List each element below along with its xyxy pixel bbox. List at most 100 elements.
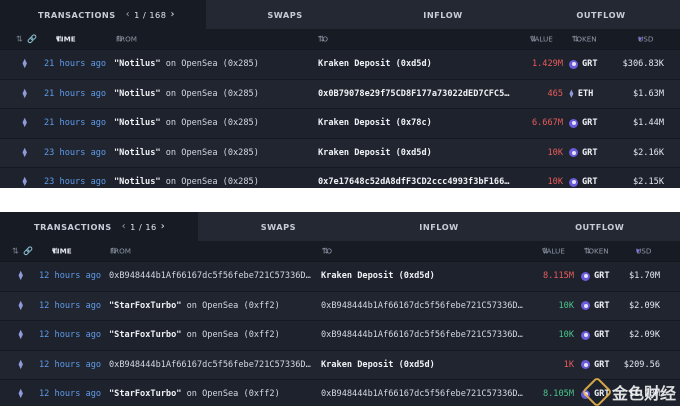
usd-cell: $1.70M	[628, 271, 660, 282]
usd-cell: $2.09K	[628, 300, 660, 311]
time-link[interactable]: 23 hours ago	[44, 177, 106, 187]
from-cell[interactable]: "Notilus" on OpenSea (0x285)	[114, 118, 259, 128]
from-cell[interactable]: "Notilus" on OpenSea (0x285)	[114, 177, 259, 187]
token-cell[interactable]: GRT	[581, 271, 610, 281]
from-cell[interactable]: "StarFoxTurbo" on OpenSea (0xff2)	[109, 301, 280, 311]
to-cell[interactable]: 0xB948444b1Af66167dc5f56febe721C57336D…	[321, 389, 523, 399]
token-symbol: GRT	[582, 177, 598, 188]
token-symbol: ETH	[577, 88, 594, 99]
tab-transactions-label: TRANSACTIONS	[38, 9, 116, 20]
to-cell[interactable]: 0xB948444b1Af66167dc5f56febe721C57336D…	[321, 301, 523, 311]
value-cell: 465	[547, 88, 563, 99]
from-address: on OpenSea (0xff2)	[181, 389, 280, 400]
chevron-right-icon[interactable]: ›	[161, 221, 166, 232]
tab-transactions-label: TRANSACTIONS	[34, 221, 112, 232]
pager-label: 1 / 168	[134, 9, 167, 20]
grt-token-icon	[569, 59, 578, 69]
token-cell[interactable]: GRT	[569, 118, 598, 128]
from-address: on OpenSea (0x285)	[160, 88, 259, 99]
table-row[interactable]: ⧫ 12 hours ago 0xB948444b1Af66167dc5f56feb…	[0, 349, 680, 379]
from-cell[interactable]: "Notilus" on OpenSea (0x285)	[114, 89, 259, 99]
chevron-right-icon[interactable]: ›	[170, 9, 175, 20]
token-cell[interactable]: GRT	[569, 177, 598, 187]
from-cell[interactable]: "Notilus" on OpenSea (0x285)	[114, 148, 259, 158]
to-cell[interactable]: Kraken Deposit (0xd5d)	[321, 271, 435, 281]
from-entity-name: "StarFoxTurbo"	[109, 330, 182, 341]
token-symbol: GRT	[582, 118, 598, 129]
time-link[interactable]: 12 hours ago	[39, 360, 101, 370]
time-link[interactable]: 23 hours ago	[44, 148, 106, 158]
tab-bar: TRANSACTIONS ‹ 1 / 16 › SWAPS INFLOW OUT…	[0, 212, 680, 241]
from-cell[interactable]: "StarFoxTurbo" on OpenSea (0xff2)	[109, 389, 280, 399]
pager: ‹ 1 / 16 ›	[122, 221, 166, 232]
time-link[interactable]: 12 hours ago	[39, 389, 101, 399]
tab-transactions[interactable]: TRANSACTIONS ‹ 1 / 16 ›	[0, 212, 198, 241]
to-cell[interactable]: Kraken Deposit (0xd5d)	[321, 360, 435, 370]
token-cell[interactable]: GRT	[569, 148, 598, 158]
table-row[interactable]: ⧫ 23 hours ago "Notilus" on OpenSea (0x285…	[0, 137, 680, 167]
table-row[interactable]: ⧫ 12 hours ago "StarFoxTurbo" on OpenSea (…	[0, 379, 680, 406]
to-cell[interactable]: 0xB948444b1Af66167dc5f56febe721C57336D…	[321, 330, 523, 340]
usd-cell: $1.44M	[632, 118, 664, 129]
to-cell[interactable]: Kraken Deposit (0x78c)	[318, 118, 432, 128]
usd-cell: $2.16K	[632, 147, 664, 158]
chevron-left-icon[interactable]: ‹	[126, 9, 131, 20]
from-entity-name: "Notilus"	[114, 147, 161, 158]
tab-inflow[interactable]: INFLOW	[359, 212, 520, 241]
from-cell[interactable]: "StarFoxTurbo" on OpenSea (0xff2)	[109, 330, 280, 340]
table-row[interactable]: ⧫ 12 hours ago "StarFoxTurbo" on OpenSea (…	[0, 320, 680, 350]
ethereum-token-icon: ⧫	[569, 89, 574, 99]
to-cell[interactable]: 0x0B79078e29f75CD8F177a73022dED7CFC5…	[318, 89, 509, 99]
ethereum-icon: ⧫	[18, 389, 24, 400]
to-cell[interactable]: 0x7e17648c52dA8dfF3CD2ccc4993f3bF166…	[318, 177, 509, 187]
from-address: on OpenSea (0x285)	[160, 177, 259, 188]
value-cell: 10K	[558, 300, 574, 311]
chevron-left-icon[interactable]: ‹	[122, 221, 127, 232]
from-address: on OpenSea (0xff2)	[181, 300, 280, 311]
time-link[interactable]: 21 hours ago	[44, 89, 106, 99]
value-cell: 8.115M	[542, 271, 574, 282]
ethereum-icon: ⧫	[18, 330, 24, 341]
time-link[interactable]: 12 hours ago	[39, 301, 101, 311]
from-address: 0xB948444b1Af66167dc5f56febe721C57336D…	[109, 271, 311, 282]
tab-outflow[interactable]: OUTFLOW	[519, 212, 680, 241]
table-row[interactable]: ⧫ 23 hours ago "Notilus" on OpenSea (0x285…	[0, 167, 680, 188]
token-cell[interactable]: GRT	[581, 330, 610, 340]
from-cell[interactable]: 0xB948444b1Af66167dc5f56febe721C57336D…	[109, 360, 311, 370]
to-cell[interactable]: Kraken Deposit (0xd5d)	[318, 148, 432, 158]
token-cell[interactable]: GRT	[581, 301, 610, 311]
tab-inflow[interactable]: INFLOW	[364, 0, 522, 29]
from-entity-name: "Notilus"	[114, 177, 161, 188]
tab-transactions[interactable]: TRANSACTIONS ‹ 1 / 168 ›	[0, 0, 206, 29]
from-cell[interactable]: 0xB948444b1Af66167dc5f56febe721C57336D…	[109, 271, 311, 281]
table-row[interactable]: ⧫ 12 hours ago 0xB948444b1Af66167dc5f56feb…	[0, 261, 680, 291]
time-link[interactable]: 21 hours ago	[44, 118, 106, 128]
token-symbol: GRT	[594, 330, 610, 341]
time-link[interactable]: 12 hours ago	[39, 271, 101, 281]
token-cell[interactable]: ⧫ ETH	[569, 89, 593, 99]
table-row[interactable]: ⧫ 21 hours ago "Notilus" on OpenSea (0x285…	[0, 78, 680, 108]
from-cell[interactable]: "Notilus" on OpenSea (0x285)	[114, 59, 259, 69]
value-cell: 10K	[547, 147, 563, 158]
token-cell[interactable]: GRT	[569, 59, 598, 69]
from-address: 0xB948444b1Af66167dc5f56febe721C57336D…	[109, 359, 311, 370]
grt-token-icon	[581, 301, 590, 311]
time-link[interactable]: 12 hours ago	[39, 330, 101, 340]
token-cell[interactable]: GRT	[581, 360, 610, 370]
ethereum-icon: ⧫	[18, 359, 24, 370]
table-row[interactable]: ⧫ 21 hours ago "Notilus" on OpenSea (0x285…	[0, 49, 680, 79]
tab-swaps[interactable]: SWAPS	[206, 0, 364, 29]
grt-token-icon	[581, 330, 590, 340]
from-entity-name: "StarFoxTurbo"	[109, 389, 182, 400]
table-row[interactable]: ⧫ 21 hours ago "Notilus" on OpenSea (0x285…	[0, 108, 680, 138]
to-cell[interactable]: Kraken Deposit (0xd5d)	[318, 59, 432, 69]
token-symbol: GRT	[594, 359, 610, 370]
table-row[interactable]: ⧫ 12 hours ago "StarFoxTurbo" on OpenSea (…	[0, 290, 680, 320]
tab-outflow[interactable]: OUTFLOW	[522, 0, 680, 29]
ethereum-icon: ⧫	[22, 88, 28, 99]
ethereum-icon: ⧫	[22, 59, 28, 70]
pager-label: 1 / 16	[130, 221, 157, 232]
time-link[interactable]: 21 hours ago	[44, 59, 106, 69]
tab-swaps[interactable]: SWAPS	[198, 212, 359, 241]
from-entity-name: "Notilus"	[114, 88, 161, 99]
